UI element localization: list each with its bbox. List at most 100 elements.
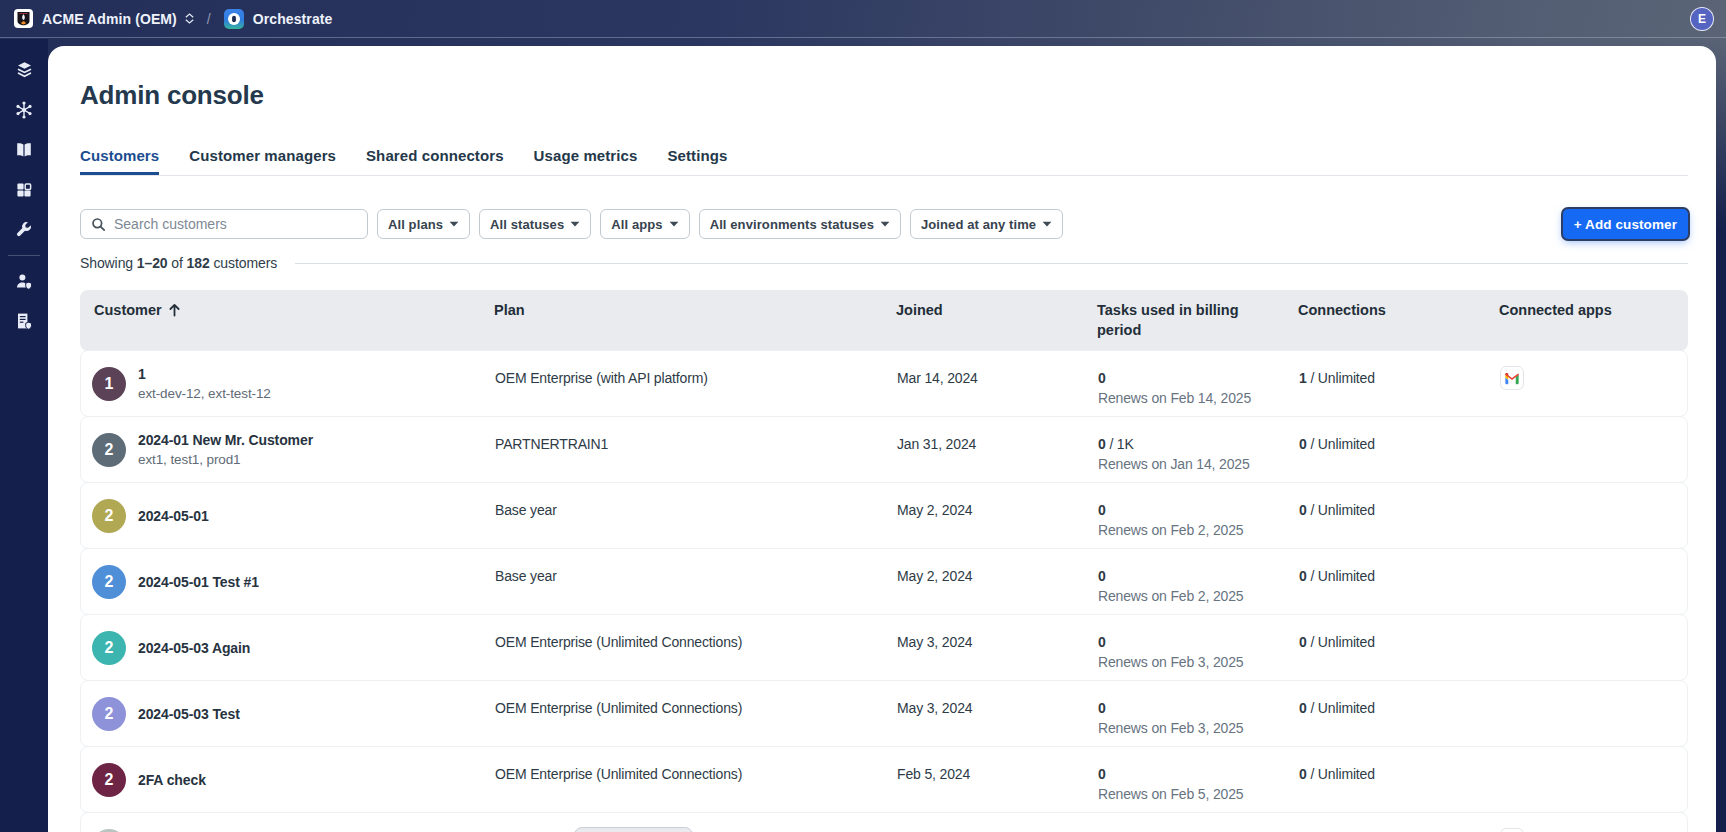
chevron-up-down-icon[interactable] (185, 13, 194, 24)
customer-name[interactable]: 2024-05-01 Test #1 (138, 572, 259, 592)
customer-name[interactable]: 2FA check (138, 770, 206, 790)
renews-on: Renews on Feb 5, 2025 (1098, 784, 1283, 804)
acme-logo-icon[interactable] (14, 9, 33, 28)
filter-environments-dropdown[interactable]: All environments statuses (699, 209, 901, 239)
joined-cell: May 2, 2024 (897, 483, 1098, 548)
customer-avatar: 2 (92, 433, 126, 467)
customer-avatar: 2 (92, 763, 126, 797)
table-row[interactable]: 2 2024-01 New Mr. Customer ext1, test1, … (80, 416, 1688, 483)
filter-joined-dropdown[interactable]: Joined at any time (910, 209, 1063, 239)
renews-on: Renews on Feb 2, 2025 (1098, 520, 1283, 540)
connected-apps-cell (1500, 483, 1687, 548)
tab-shared-connectors[interactable]: Shared connectors (366, 145, 504, 175)
customers-table: Customer Plan Joined Tasks used in billi… (80, 290, 1688, 832)
search-box[interactable] (80, 209, 368, 239)
sidebar-item-layers[interactable] (0, 50, 48, 90)
connections-cell: 0 / Unlimited (1299, 549, 1500, 614)
column-header-connections[interactable]: Connections (1298, 300, 1499, 320)
sidebar-item-tools[interactable] (0, 210, 48, 250)
search-icon (91, 217, 106, 232)
main-card: Admin console Customers Customer manager… (48, 46, 1716, 832)
plan-cell: Base year (495, 483, 897, 548)
sidebar-item-customer-admins[interactable] (0, 261, 48, 301)
customer-cell: 1 1 ext-dev-12, ext-test-12 (81, 351, 495, 416)
search-input[interactable] (114, 216, 357, 232)
table-row[interactable]: 2 2024-05-03 Again OEM Enterprise (Unlim… (80, 614, 1688, 681)
customer-avatar: 2 (92, 565, 126, 599)
customer-cell: 2 2024-05-03 Test (81, 681, 495, 746)
topbar: ACME Admin (OEM) / Orchestrate E (0, 0, 1726, 38)
table-row[interactable]: 2 2024-05-03 Test OEM Enterprise (Unlimi… (80, 680, 1688, 747)
summary-divider-line (295, 263, 1688, 264)
sidebar-item-hub[interactable] (0, 90, 48, 130)
customer-cell (81, 813, 495, 832)
connected-apps-cell (1500, 417, 1687, 482)
sidebar-item-library[interactable] (0, 130, 48, 170)
renews-on: Renews on Feb 2, 2025 (1098, 586, 1283, 606)
acme-rocket-badge-graphic (16, 11, 31, 26)
plan-cell: OEM Enterprise (Unlimited Connections) (495, 681, 897, 746)
filter-statuses-label: All statuses (490, 217, 564, 232)
tasks-cell: 0 Renews on Feb 3, 2025 (1098, 615, 1299, 680)
column-header-joined[interactable]: Joined (896, 300, 1097, 320)
sidebar-item-apps[interactable] (0, 170, 48, 210)
column-header-customer[interactable]: Customer (80, 300, 494, 320)
customer-name[interactable]: 1 (138, 364, 271, 384)
customer-name[interactable]: 2024-05-01 (138, 506, 209, 526)
customer-cell: 2 2024-01 New Mr. Customer ext1, test1, … (81, 417, 495, 482)
gmail-app-icon[interactable] (1500, 366, 1524, 390)
customer-name[interactable]: 2024-01 New Mr. Customer (138, 430, 313, 450)
hub-icon (14, 100, 34, 120)
sidebar (0, 39, 48, 832)
joined-cell: May 3, 2024 (897, 615, 1098, 680)
tasks-cell: 0 Renews on Feb 5, 2025 (1098, 747, 1299, 812)
filter-environments-label: All environments statuses (710, 217, 874, 232)
caret-down-icon (449, 221, 459, 227)
table-row[interactable]: 2 2FA check OEM Enterprise (Unlimited Co… (80, 746, 1688, 813)
column-header-connected-apps[interactable]: Connected apps (1499, 300, 1688, 320)
user-avatar[interactable]: E (1690, 7, 1714, 31)
customer-avatar (92, 829, 126, 832)
customer-avatar: 2 (92, 499, 126, 533)
tab-settings[interactable]: Settings (667, 145, 727, 175)
connected-apps-cell (1500, 351, 1687, 416)
filter-statuses-dropdown[interactable]: All statuses (479, 209, 591, 239)
plan-pill[interactable] (574, 827, 693, 832)
connections-cell: 0 / Unlimited (1299, 417, 1500, 482)
caret-down-icon (570, 221, 580, 227)
connected-apps-cell (1500, 747, 1687, 812)
product-name[interactable]: Orchestrate (253, 11, 333, 27)
customer-avatar: 1 (92, 367, 126, 401)
plan-cell: PARTNERTRAIN1 (495, 417, 897, 482)
grid-icon (14, 180, 34, 200)
customer-name[interactable]: 2024-05-03 Again (138, 638, 250, 658)
filter-apps-dropdown[interactable]: All apps (600, 209, 689, 239)
filter-apps-label: All apps (611, 217, 662, 232)
tab-customer-managers[interactable]: Customer managers (189, 145, 336, 175)
doc-shield-icon (14, 311, 34, 331)
table-row[interactable]: 2 2024-05-01 Base year May 2, 2024 0 Ren… (80, 482, 1688, 549)
customer-text: 2024-01 New Mr. Customer ext1, test1, pr… (138, 430, 313, 470)
tab-customers[interactable]: Customers (80, 145, 159, 175)
filter-plans-dropdown[interactable]: All plans (377, 209, 470, 239)
column-header-tasks[interactable]: Tasks used in billing period (1097, 300, 1298, 340)
brand-name[interactable]: ACME Admin (OEM) (42, 11, 177, 27)
connected-app-icon[interactable] (1500, 828, 1524, 832)
sidebar-item-audit-log[interactable] (0, 301, 48, 341)
customer-avatar: 2 (92, 697, 126, 731)
table-row[interactable]: 2 2024-05-01 Test #1 Base year May 2, 20… (80, 548, 1688, 615)
customer-name[interactable]: 2024-05-03 Test (138, 704, 240, 724)
table-row[interactable]: 1 1 ext-dev-12, ext-test-12 OEM Enterpri… (80, 350, 1688, 417)
plan-cell: OEM Enterprise (Unlimited Connections) (495, 615, 897, 680)
plan-cell: Base year (495, 549, 897, 614)
column-header-plan[interactable]: Plan (494, 300, 896, 320)
customer-avatar: 2 (92, 631, 126, 665)
tasks-cell: 0 Renews on Feb 2, 2025 (1098, 483, 1299, 548)
connected-apps-cell (1500, 549, 1687, 614)
table-row-partial[interactable] (80, 812, 1688, 832)
add-customer-button[interactable]: + Add customer (1563, 209, 1688, 239)
renews-on: Renews on Feb 3, 2025 (1098, 718, 1283, 738)
tab-usage-metrics[interactable]: Usage metrics (534, 145, 638, 175)
orchestrate-logo-icon[interactable] (224, 9, 244, 29)
orchestrate-graphic (224, 9, 244, 29)
